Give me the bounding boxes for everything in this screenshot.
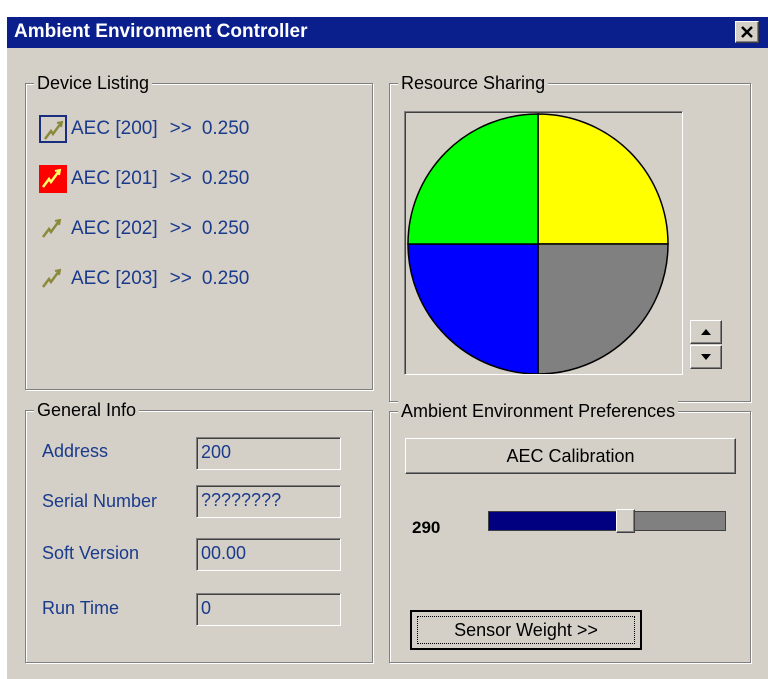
preference-slider[interactable] (488, 509, 726, 533)
sensor-signal-icon (39, 215, 67, 243)
run-time-label: Run Time (42, 598, 120, 618)
device-value: 0.250 (201, 218, 250, 239)
spin-up-button[interactable] (690, 320, 722, 344)
device-row[interactable]: AEC [203] >> 0.250 (39, 264, 249, 294)
pie-slice-2 (537, 243, 669, 375)
device-arrow: >> (169, 218, 192, 239)
device-arrow: >> (169, 168, 192, 189)
run-time-field[interactable]: 0 (196, 593, 341, 626)
device-row[interactable]: AEC [201] >> 0.250 (39, 164, 249, 194)
device-row[interactable]: AEC [202] >> 0.250 (39, 214, 249, 244)
device-listing-title: Device Listing (34, 72, 153, 94)
close-button[interactable] (735, 21, 759, 43)
aec-calibration-button[interactable]: AEC Calibration (405, 438, 736, 474)
title-bar: Ambient Environment Controller (7, 17, 768, 48)
pie-chart-frame (404, 111, 683, 375)
controller-window: Ambient Environment Controller Device Li… (7, 17, 768, 679)
sensor-signal-icon (39, 165, 67, 193)
device-name: AEC [201] (71, 168, 158, 189)
soft-version-field[interactable]: 00.00 (196, 538, 341, 571)
address-field[interactable]: 200 (196, 437, 341, 470)
sensor-signal-icon (39, 115, 67, 143)
arrow-up-icon (701, 329, 711, 335)
pie-slice-4 (407, 113, 539, 245)
sensor-signal-icon (39, 265, 67, 293)
general-info-title: General Info (34, 399, 140, 421)
arrow-down-icon (701, 354, 711, 360)
pie-slice-3 (407, 243, 539, 375)
device-name: AEC [202] (71, 218, 158, 239)
resource-sharing-group: Resource Sharing (389, 72, 751, 402)
device-name: AEC [203] (71, 268, 158, 289)
serial-number-field[interactable]: ???????? (196, 485, 341, 518)
address-label: Address (42, 441, 109, 461)
slider-value: 290 (412, 518, 441, 537)
device-name: AEC [200] (71, 118, 158, 139)
slider-fill (489, 512, 626, 530)
soft-version-label: Soft Version (42, 543, 140, 563)
sensor-weight-button[interactable]: Sensor Weight >> (410, 610, 642, 650)
sensor-weight-label: Sensor Weight >> (454, 619, 598, 640)
device-listing-group: Device Listing AEC [200] >> 0.250 AEC [201]… (25, 72, 373, 390)
preferences-group: Ambient Environment Preferences AEC Cali… (389, 400, 751, 663)
device-value: 0.250 (201, 268, 250, 289)
pie-slice-1 (537, 113, 669, 245)
device-arrow: >> (169, 268, 192, 289)
device-row[interactable]: AEC [200] >> 0.250 (39, 114, 249, 144)
preferences-title: Ambient Environment Preferences (398, 400, 679, 422)
resource-sharing-title: Resource Sharing (398, 72, 549, 94)
close-icon (741, 26, 753, 38)
device-arrow: >> (169, 118, 192, 139)
serial-number-label: Serial Number (42, 491, 158, 511)
slider-thumb[interactable] (616, 509, 636, 533)
general-info-group: General Info Address 200 Serial Number ?… (25, 399, 373, 663)
spin-down-button[interactable] (690, 345, 722, 369)
device-value: 0.250 (201, 168, 250, 189)
window-title: Ambient Environment Controller (14, 21, 308, 42)
resource-pie-chart (407, 113, 669, 375)
device-value: 0.250 (201, 118, 250, 139)
